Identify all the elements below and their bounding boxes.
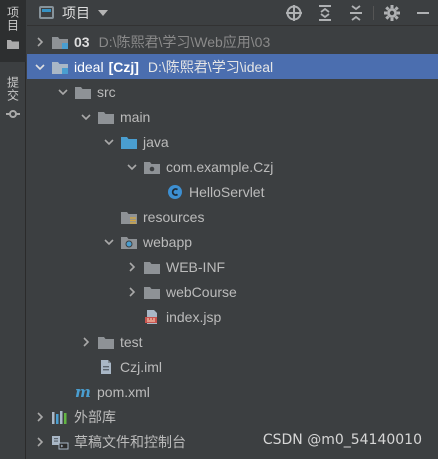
tree-label: 草稿文件和控制台 [74, 433, 186, 450]
chevron-right-icon[interactable] [33, 435, 47, 449]
tree-row-test[interactable]: test [27, 329, 438, 354]
tree-row-main[interactable]: main [27, 104, 438, 129]
tree-row-czjiml[interactable]: Czj.iml [27, 354, 438, 379]
tree-label: index.jsp [166, 308, 222, 325]
project-view-icon [39, 6, 54, 19]
tool-window-strip: 项目 提交 [0, 0, 26, 459]
tree-row-java[interactable]: java [27, 129, 438, 154]
tree-row-webapp[interactable]: webapp [27, 229, 438, 254]
view-selector-chevron-down-icon[interactable] [98, 9, 108, 16]
tree-label: test [120, 333, 143, 350]
tree-label: pom.xml [97, 383, 150, 400]
chevron-right-icon[interactable] [125, 285, 139, 299]
tree-label: 外部库 [74, 408, 116, 425]
project-view-title: 项目 [62, 5, 90, 22]
chevron-right-icon[interactable] [125, 260, 139, 274]
chevron-down-icon[interactable] [79, 110, 93, 124]
tree-label: webapp [143, 233, 193, 250]
expand-all-button[interactable] [309, 0, 340, 26]
tree-label: resources [143, 208, 205, 225]
tree-row-webinf[interactable]: WEB-INF [27, 254, 438, 279]
module-folder-icon [51, 34, 69, 50]
settings-button[interactable] [376, 0, 407, 26]
tree-row-pom[interactable]: m pom.xml [27, 379, 438, 404]
chevron-down-icon[interactable] [102, 235, 116, 249]
tree-row-src[interactable]: src [27, 79, 438, 104]
chevron-down-icon[interactable] [102, 135, 116, 149]
tree-label: java [143, 133, 169, 150]
chevron-down-icon[interactable] [56, 85, 70, 99]
module-path: D:\陈熙君\学习\ideal [147, 58, 274, 75]
folder-icon [143, 259, 161, 275]
tree-row-indexjsp[interactable]: index.jsp [27, 304, 438, 329]
tree-label: com.example.Czj [166, 158, 274, 175]
tree-row-external-libraries[interactable]: 外部库 [27, 404, 438, 429]
tree-label: ideal [74, 58, 104, 75]
web-folder-icon [120, 234, 138, 250]
module-name-tag: [Czj] [108, 58, 139, 75]
tree-row-webcourse[interactable]: webCourse [27, 279, 438, 304]
maven-icon: m [74, 384, 92, 400]
collapse-all-button[interactable] [340, 0, 371, 26]
scratches-icon [51, 434, 69, 450]
locate-icon [285, 5, 302, 21]
folder-icon [7, 40, 19, 49]
toolbar-divider [373, 6, 374, 20]
project-tree: 03 D:\陈熙君\学习\Web应用\03 ideal [Czj] D:\陈熙君… [27, 29, 438, 454]
chevron-right-icon[interactable] [33, 410, 47, 424]
tree-row-package[interactable]: com.example.Czj [27, 154, 438, 179]
chevron-down-icon[interactable] [33, 60, 47, 74]
chevron-down-icon[interactable] [125, 160, 139, 174]
tree-label: main [120, 108, 151, 125]
tree-row-03[interactable]: 03 D:\陈熙君\学习\Web应用\03 [27, 29, 438, 54]
project-toolbar: 项目 [27, 0, 438, 26]
gear-icon [383, 5, 400, 21]
tree-label: src [97, 83, 116, 100]
jsp-file-icon [143, 309, 161, 325]
tree-label: 03 [74, 33, 90, 50]
expand-all-icon [318, 5, 331, 21]
side-tab-project-label: 项目 [5, 6, 20, 32]
collapse-all-icon [349, 5, 362, 21]
toolbar-actions [278, 0, 438, 26]
tree-row-ideal[interactable]: ideal [Czj] D:\陈熙君\学习\ideal [27, 54, 438, 79]
minimize-icon [416, 12, 429, 14]
tree-label: HelloServlet [189, 183, 265, 200]
chevron-right-icon[interactable] [33, 35, 47, 49]
svg-text:m: m [75, 384, 91, 400]
tree-label: webCourse [166, 283, 237, 300]
module-folder-icon [51, 59, 69, 75]
library-icon [51, 409, 69, 425]
folder-icon [143, 284, 161, 300]
chevron-right-icon[interactable] [79, 335, 93, 349]
side-tab-project[interactable]: 项目 [0, 0, 26, 62]
iml-file-icon [97, 359, 115, 375]
side-tab-commit-label: 提交 [5, 76, 20, 102]
hide-button[interactable] [407, 0, 438, 26]
folder-icon [74, 84, 92, 100]
package-icon [143, 159, 161, 175]
folder-icon [97, 334, 115, 350]
tree-label: Czj.iml [120, 358, 162, 375]
tree-row-resources[interactable]: resources [27, 204, 438, 229]
resources-folder-icon [120, 209, 138, 225]
class-icon [166, 184, 184, 200]
source-folder-icon [120, 134, 138, 150]
side-tab-commit[interactable]: 提交 [0, 70, 26, 128]
watermark: CSDN @m0_54140010 [262, 432, 422, 448]
folder-icon [97, 109, 115, 125]
commit-icon [6, 110, 20, 118]
module-path: D:\陈熙君\学习\Web应用\03 [98, 33, 271, 50]
tree-label: WEB-INF [166, 258, 226, 275]
tree-row-helloservlet[interactable]: HelloServlet [27, 179, 438, 204]
locate-button[interactable] [278, 0, 309, 26]
